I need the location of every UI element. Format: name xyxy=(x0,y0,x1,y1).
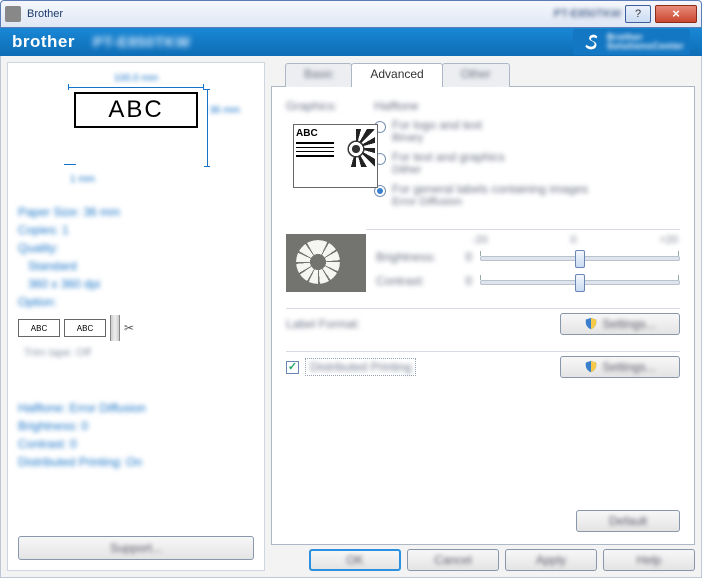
default-button[interactable]: Default xyxy=(576,510,680,532)
support-button[interactable]: Support... xyxy=(18,536,254,560)
halftone-heading: Halftone xyxy=(374,99,680,113)
printer-icon xyxy=(5,6,21,22)
contrast-label: Contrast: xyxy=(376,274,446,288)
shield-icon xyxy=(584,360,598,374)
label-preview: 100.0 mm ABC 36 mm 1 mm xyxy=(18,73,254,173)
preview-ruler-margin xyxy=(64,161,76,169)
preview-dim-margin: 1 mm xyxy=(70,174,95,185)
divider-1 xyxy=(366,229,680,230)
tape-icon xyxy=(110,315,120,341)
cancel-button[interactable]: Cancel xyxy=(407,549,499,571)
distributed-printing-checkbox[interactable] xyxy=(286,361,299,374)
dialog-buttons: OK Cancel Apply Help xyxy=(271,545,695,571)
contrast-slider[interactable] xyxy=(480,272,680,290)
brightness-thumb[interactable] xyxy=(575,250,585,268)
divider-3 xyxy=(286,351,680,352)
brightness-slider[interactable] xyxy=(480,248,680,266)
contrast-value: 0 xyxy=(454,274,472,288)
titlebar: Brother PT-E850TKW ? × xyxy=(0,0,702,28)
content: 100.0 mm ABC 36 mm 1 mm Paper Size: 36 m… xyxy=(0,56,702,578)
window-title-model: PT-E850TKW xyxy=(554,8,621,20)
trim-info: Trim tape: Off xyxy=(24,347,254,359)
radio-error-diffusion[interactable]: For general labels containing imagesErro… xyxy=(374,183,680,209)
brand-bar: brother PT-E850TKW BrotherSolutionsCente… xyxy=(0,28,702,56)
brightness-label: Brightness: xyxy=(376,250,446,264)
distributed-printing-settings-button[interactable]: Settings... xyxy=(560,356,680,378)
brand-logo: brother xyxy=(12,32,75,52)
scissors-icon: ✂ xyxy=(124,321,134,335)
contrast-thumb[interactable] xyxy=(575,274,585,292)
window-title-app: Brother xyxy=(27,8,551,20)
preview-ruler-right xyxy=(204,89,210,167)
ok-button[interactable]: OK xyxy=(309,549,401,571)
sunflower-icon xyxy=(337,129,375,183)
preview-dim-height: 36 mm xyxy=(209,105,240,116)
close-button[interactable]: × xyxy=(655,5,697,23)
solutions-center-link[interactable]: BrotherSolutionsCenter xyxy=(573,29,690,55)
right-pane: Basic Advanced Other Graphics: Halftone … xyxy=(271,62,695,571)
tab-other[interactable]: Other xyxy=(442,63,510,87)
preview-ruler-top xyxy=(68,84,204,90)
mini-label-1: ABC xyxy=(18,319,60,337)
solutions-s-icon xyxy=(579,31,601,53)
tab-advanced[interactable]: Advanced xyxy=(351,63,442,87)
solutions-text: BrotherSolutionsCenter xyxy=(607,33,684,51)
tab-panel-advanced: Graphics: Halftone For logo and textBina… xyxy=(271,86,695,545)
divider-2 xyxy=(286,308,680,309)
tab-bar: Basic Advanced Other xyxy=(271,62,695,86)
summary-info-1: Paper Size: 36 mm Copies: 1 Quality: Sta… xyxy=(18,203,254,311)
slider-scale: -200+20 xyxy=(376,234,680,246)
left-pane: 100.0 mm ABC 36 mm 1 mm Paper Size: 36 m… xyxy=(7,62,265,571)
help-button-bottom[interactable]: Help xyxy=(603,549,695,571)
preview-label: ABC xyxy=(74,92,198,128)
summary-info-2: Halftone: Error Diffusion Brightness: 0 … xyxy=(18,399,254,471)
adjustment-preview xyxy=(286,234,366,292)
radio-binary[interactable]: For logo and textBinary xyxy=(374,119,680,145)
label-format-settings-button[interactable]: Settings... xyxy=(560,313,680,335)
distributed-printing-label: Distributed Printing xyxy=(305,358,416,376)
brightness-value: 0 xyxy=(454,250,472,264)
graphics-thumbnail: ABC xyxy=(293,124,378,188)
shield-icon xyxy=(584,317,598,331)
mini-label-2: ABC xyxy=(64,319,106,337)
tab-basic[interactable]: Basic xyxy=(285,63,352,87)
option-preview: ABC ABC ✂ xyxy=(18,315,254,341)
apply-button[interactable]: Apply xyxy=(505,549,597,571)
brand-model: PT-E850TKW xyxy=(93,34,191,51)
help-button[interactable]: ? xyxy=(625,5,651,23)
label-format-label: Label Format: xyxy=(286,317,560,331)
halftone-radiogroup: For logo and textBinary For text and gra… xyxy=(374,119,680,209)
radio-dither[interactable]: For text and graphicsDither xyxy=(374,151,680,177)
preview-dim-width: 100.0 mm xyxy=(66,73,206,84)
